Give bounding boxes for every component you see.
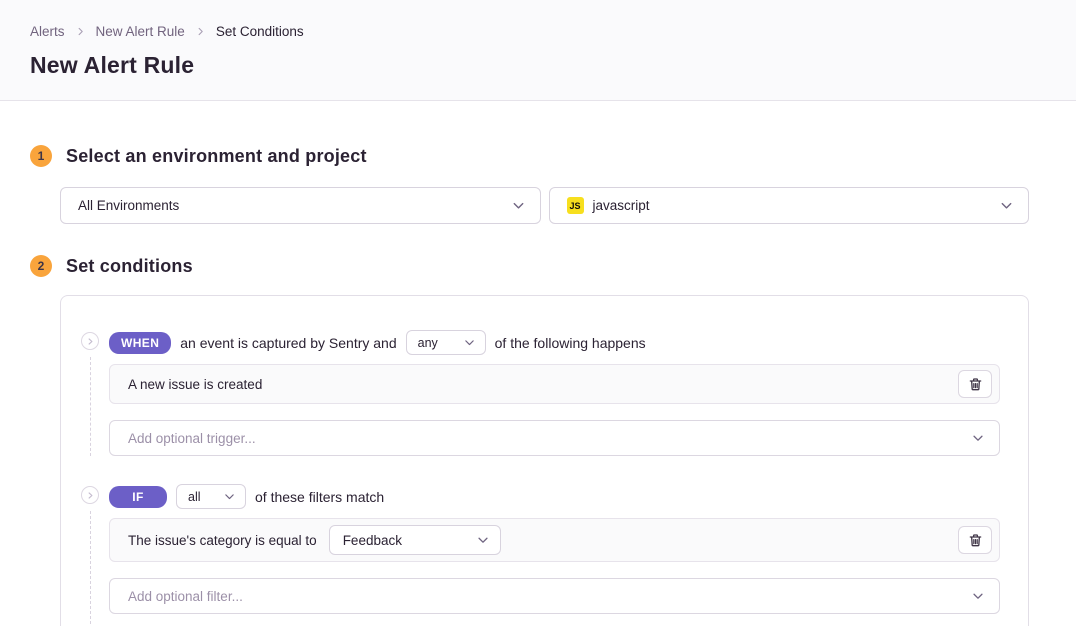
- if-badge: IF: [109, 486, 167, 508]
- trash-icon: [968, 533, 983, 548]
- when-aggregate-select[interactable]: any: [406, 330, 486, 355]
- chevron-down-icon: [223, 490, 236, 503]
- connector-line: [90, 357, 91, 456]
- breadcrumb-separator-icon: [75, 26, 86, 37]
- if-aggregate-value: all: [188, 490, 201, 504]
- trigger-condition-label: A new issue is created: [128, 377, 262, 392]
- if-text-after: of these filters match: [255, 489, 384, 505]
- if-aggregate-select[interactable]: all: [176, 484, 246, 509]
- when-badge: WHEN: [109, 332, 171, 354]
- page-header: Alerts New Alert Rule Set Conditions New…: [0, 0, 1076, 101]
- environment-select-value: All Environments: [78, 198, 179, 213]
- when-section: WHEN an event is captured by Sentry and …: [81, 330, 1000, 484]
- add-trigger-placeholder: Add optional trigger...: [128, 431, 256, 446]
- filter-value: Feedback: [343, 533, 402, 548]
- filter-value-select[interactable]: Feedback: [329, 525, 501, 555]
- if-section: IF all of these filters match The issue'…: [81, 484, 1000, 614]
- filter-condition-row: The issue's category is equal to Feedbac…: [109, 518, 1000, 562]
- when-text-before: an event is captured by Sentry and: [180, 335, 396, 351]
- chevron-down-icon: [476, 533, 490, 547]
- chevron-down-icon: [971, 589, 985, 603]
- breadcrumb-alerts[interactable]: Alerts: [30, 24, 65, 39]
- chevron-down-icon: [999, 198, 1014, 213]
- project-select[interactable]: JS javascript: [549, 187, 1030, 224]
- connector-line: [90, 511, 91, 626]
- breadcrumb-new-alert-rule[interactable]: New Alert Rule: [96, 24, 185, 39]
- breadcrumb-separator-icon: [195, 26, 206, 37]
- chevron-down-icon: [463, 336, 476, 349]
- project-select-value: javascript: [593, 198, 650, 213]
- filter-condition-label: The issue's category is equal to: [128, 533, 317, 548]
- trigger-condition-row: A new issue is created: [109, 364, 1000, 404]
- add-filter-placeholder: Add optional filter...: [128, 589, 243, 604]
- when-aggregate-value: any: [418, 336, 438, 350]
- add-optional-trigger-select[interactable]: Add optional trigger...: [109, 420, 1000, 456]
- when-text-after: of the following happens: [495, 335, 646, 351]
- step-2-badge: 2: [30, 255, 52, 277]
- step-2-section: 2 Set conditions WHEN an event is captur…: [30, 255, 1029, 626]
- environment-select[interactable]: All Environments: [60, 187, 541, 224]
- chevron-right-circle-icon[interactable]: [81, 486, 99, 504]
- conditions-panel: WHEN an event is captured by Sentry and …: [60, 295, 1029, 626]
- delete-filter-button[interactable]: [958, 526, 992, 554]
- trash-icon: [968, 377, 983, 392]
- main-content: 1 Select an environment and project All …: [0, 101, 1076, 626]
- chevron-right-circle-icon[interactable]: [81, 332, 99, 350]
- step-1-heading: Select an environment and project: [66, 146, 367, 167]
- breadcrumb-set-conditions: Set Conditions: [216, 24, 304, 39]
- breadcrumb: Alerts New Alert Rule Set Conditions: [30, 24, 1046, 39]
- delete-trigger-button[interactable]: [958, 370, 992, 398]
- step-1-section: 1 Select an environment and project All …: [30, 145, 1029, 224]
- chevron-down-icon: [511, 198, 526, 213]
- js-platform-icon: JS: [567, 197, 584, 214]
- add-optional-filter-select[interactable]: Add optional filter...: [109, 578, 1000, 614]
- chevron-down-icon: [971, 431, 985, 445]
- page-title: New Alert Rule: [30, 52, 1046, 79]
- step-2-heading: Set conditions: [66, 256, 193, 277]
- step-1-badge: 1: [30, 145, 52, 167]
